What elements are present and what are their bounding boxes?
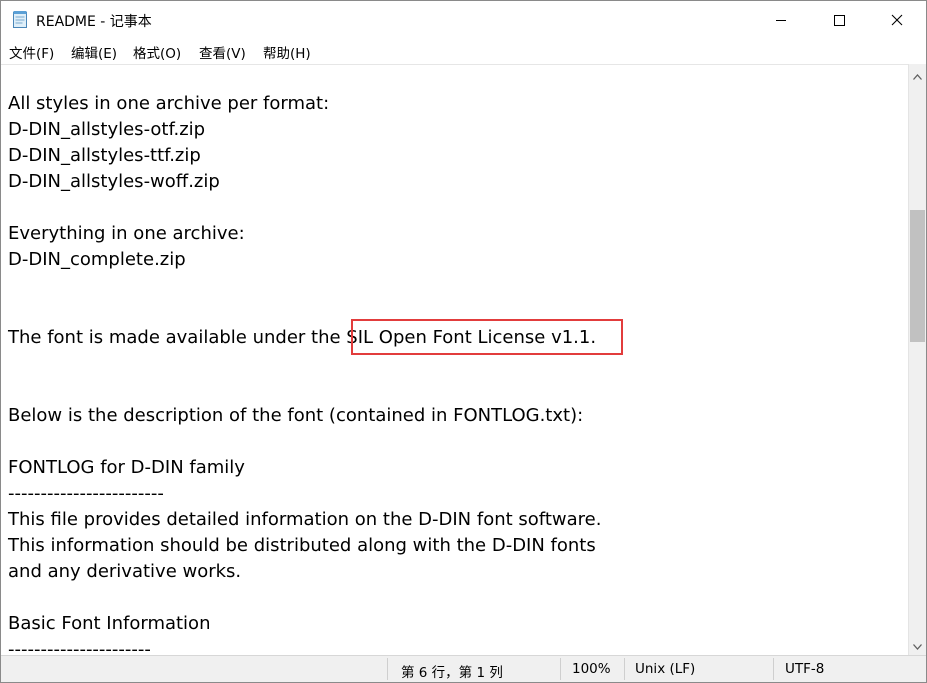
line-ending: Unix (LF) [635,661,696,677]
text-line: ---------------------- [8,639,151,656]
menu-view[interactable]: 查看(V) [199,42,246,62]
notepad-window: README - 记事本 文件(F) 编辑(E) 格式(O) 查看(V) 帮助(… [0,0,927,683]
minimize-button[interactable] [752,1,810,38]
zoom-level: 100% [572,661,611,677]
status-divider [624,658,625,680]
text-line: D-DIN_complete.zip [8,249,186,270]
status-divider [773,658,774,680]
maximize-button[interactable] [810,1,868,38]
title-bar[interactable]: README - 记事本 [1,1,926,38]
text-line: ------------------------ [8,483,164,504]
menu-format[interactable]: 格式(O) [133,42,181,62]
status-divider [387,658,388,680]
menu-help[interactable]: 帮助(H) [263,42,311,62]
notepad-icon [12,10,28,28]
scroll-down-button[interactable] [909,636,926,653]
close-icon [891,14,903,26]
scroll-up-button[interactable] [909,66,926,83]
encoding: UTF-8 [785,661,825,677]
menu-edit[interactable]: 编辑(E) [71,42,117,62]
text-line: All styles in one archive per format: [8,93,330,114]
highlight-box [351,319,623,355]
maximize-icon [833,14,845,26]
menu-file[interactable]: 文件(F) [9,42,54,62]
text-line: D-DIN_allstyles-woff.zip [8,171,220,192]
text-line: This file provides detailed information … [8,509,602,530]
close-button[interactable] [868,1,926,38]
status-divider [560,658,561,680]
scroll-down-arrow-icon [913,635,922,654]
text-line: Below is the description of the font (co… [8,405,584,426]
minimize-icon [775,14,787,26]
text-line: Everything in one archive: [8,223,245,244]
text-editor[interactable]: All styles in one archive per format: D-… [1,64,908,656]
text-line: Basic Font Information [8,613,211,634]
menu-bar: 文件(F) 编辑(E) 格式(O) 查看(V) 帮助(H) [1,38,926,64]
text-line: D-DIN_allstyles-ttf.zip [8,145,201,166]
text-line: and any derivative works. [8,561,242,582]
text-line: This information should be distributed a… [8,535,596,556]
text-line: D-DIN_allstyles-otf.zip [8,119,206,140]
window-title: README - 记事本 [36,14,152,30]
status-bar: 第 6 行，第 1 列 100% Unix (LF) UTF-8 [1,655,926,682]
scroll-thumb[interactable] [910,210,925,342]
vertical-scrollbar[interactable] [908,64,926,655]
text-line: FONTLOG for D-DIN family [8,457,245,478]
scroll-up-arrow-icon [913,65,922,84]
cursor-position: 第 6 行，第 1 列 [401,665,503,681]
